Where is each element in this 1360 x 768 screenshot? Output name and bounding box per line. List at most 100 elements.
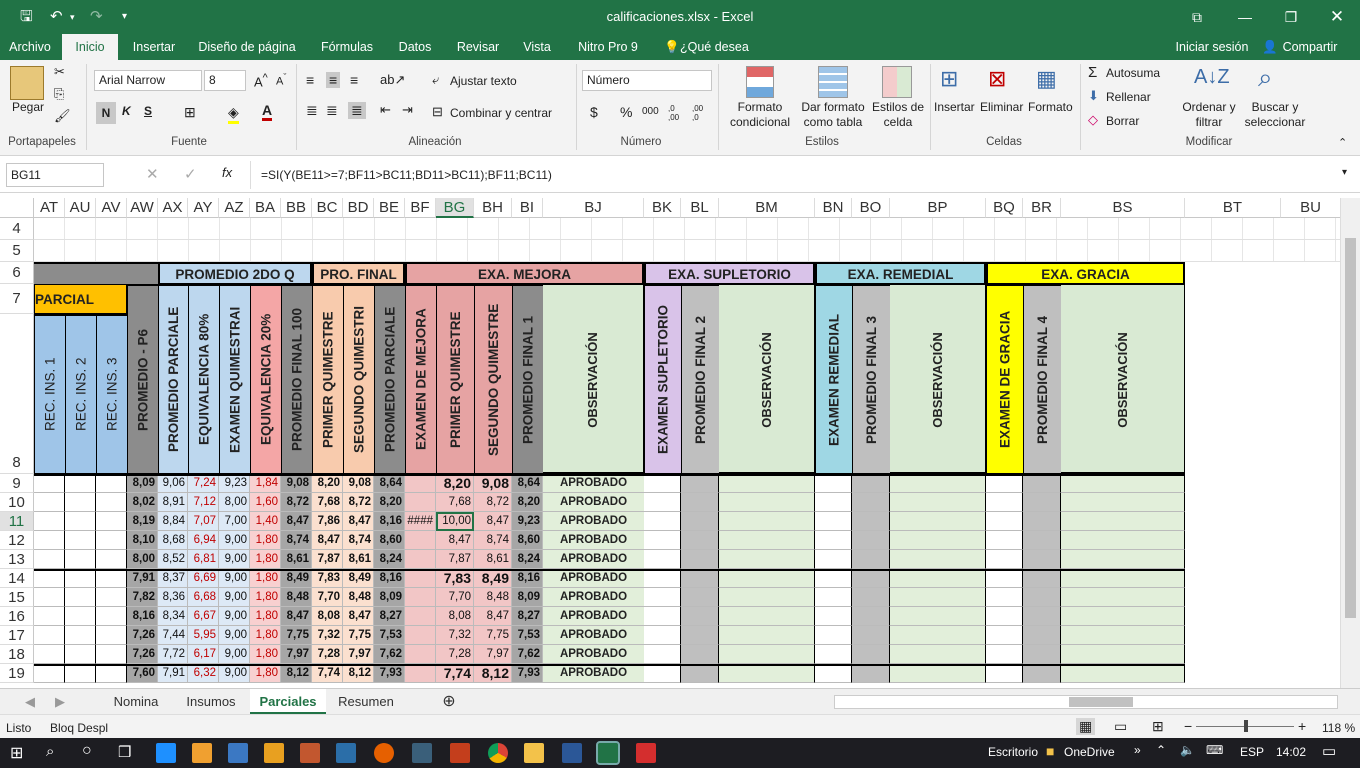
clear-button[interactable]: Borrar — [1106, 114, 1139, 128]
align-center-icon[interactable]: ≣ — [326, 102, 338, 119]
tab-nitro[interactable]: Nitro Pro 9 — [572, 34, 644, 60]
empty-cell[interactable] — [815, 569, 852, 588]
cell-bf[interactable] — [405, 588, 436, 607]
signin-link[interactable]: Iniciar sesión — [1172, 34, 1252, 60]
sheet-tab-insumos[interactable]: Insumos — [174, 689, 248, 714]
column-header-bd[interactable]: BD — [343, 198, 374, 218]
empty-cell[interactable] — [815, 626, 852, 645]
cell-bh[interactable]: 8,49 — [474, 569, 512, 588]
cell-ay[interactable]: 6,32 — [188, 664, 219, 683]
empty-cell[interactable] — [1061, 607, 1185, 626]
cell-bb[interactable]: 8,48 — [281, 588, 312, 607]
cell-bh[interactable]: 9,08 — [474, 474, 512, 493]
empty-cell[interactable] — [34, 512, 65, 531]
empty-cell[interactable] — [852, 569, 890, 588]
cell-bd[interactable]: 8,12 — [343, 664, 374, 683]
cell-ax[interactable]: 8,91 — [158, 493, 188, 512]
cell-ax[interactable]: 7,72 — [158, 645, 188, 664]
cell-bh[interactable]: 7,75 — [474, 626, 512, 645]
zoom-out-icon[interactable]: − — [1184, 718, 1192, 734]
empty-cell[interactable] — [1061, 645, 1185, 664]
cell-bd[interactable]: 7,75 — [343, 626, 374, 645]
format-cells-button[interactable]: Formato — [1028, 100, 1073, 114]
cell-ax[interactable]: 8,37 — [158, 569, 188, 588]
empty-cell[interactable] — [1023, 645, 1061, 664]
empty-cell[interactable] — [852, 664, 890, 683]
format-table-button[interactable]: Dar formato como tabla — [798, 100, 868, 130]
empty-cell[interactable] — [96, 531, 127, 550]
empty-cell[interactable] — [719, 664, 815, 683]
empty-cell[interactable] — [96, 493, 127, 512]
cell-bi[interactable]: 8,60 — [512, 531, 543, 550]
cell-ba[interactable]: 1,84 — [250, 474, 281, 493]
cell-bi[interactable]: 8,16 — [512, 569, 543, 588]
cell-observacion[interactable]: APROBADO — [543, 474, 644, 493]
empty-cell[interactable] — [644, 588, 681, 607]
empty-cell[interactable] — [681, 531, 719, 550]
cell-bg[interactable]: 7,28 — [436, 645, 474, 664]
empty-cell[interactable] — [1061, 474, 1185, 493]
row-header-14[interactable]: 14 — [0, 569, 34, 588]
cell-bf[interactable] — [405, 474, 436, 493]
tab-inicio[interactable]: Inicio — [62, 34, 118, 60]
cell-bi[interactable]: 7,53 — [512, 626, 543, 645]
empty-cell[interactable] — [34, 531, 65, 550]
cell-bc[interactable]: 7,83 — [312, 569, 343, 588]
tray-expand-icon[interactable]: ⌃ — [1156, 743, 1166, 757]
tab-insertar[interactable]: Insertar — [124, 34, 184, 60]
cell-aw[interactable]: 8,10 — [127, 531, 158, 550]
cell-aw[interactable]: 8,16 — [127, 607, 158, 626]
cell-aw[interactable]: 7,60 — [127, 664, 158, 683]
empty-cell[interactable] — [681, 588, 719, 607]
column-header-bl[interactable]: BL — [681, 198, 719, 218]
shrink-font-icon[interactable]: Aˇ — [276, 72, 286, 88]
cell-be[interactable]: 8,09 — [374, 588, 405, 607]
formula-input[interactable]: =SI(Y(BE11>=7;BF11>BC11;BD11>BC11);BF11;… — [250, 161, 1340, 189]
align-middle-icon[interactable]: ≡ — [326, 72, 341, 88]
autosum-button[interactable]: Autosuma — [1106, 66, 1160, 80]
grow-font-icon[interactable]: A^ — [254, 72, 268, 89]
cell-ay[interactable]: 6,94 — [188, 531, 219, 550]
tab-datos[interactable]: Datos — [392, 34, 438, 60]
empty-cell[interactable] — [681, 569, 719, 588]
empty-cell[interactable] — [681, 493, 719, 512]
conditional-format-button[interactable]: Formato condicional — [728, 100, 792, 130]
vertical-scrollbar[interactable] — [1340, 198, 1360, 688]
excel-icon[interactable] — [596, 741, 620, 765]
column-header-bu[interactable]: BU — [1281, 198, 1340, 218]
empty-cell[interactable] — [1061, 626, 1185, 645]
empty-cell[interactable] — [890, 607, 986, 626]
normal-view-icon[interactable]: ▦ — [1076, 718, 1096, 735]
cell-az[interactable]: 9,00 — [219, 569, 250, 588]
clock[interactable]: 14:02 — [1276, 745, 1306, 759]
cell-bi[interactable]: 8,27 — [512, 607, 543, 626]
empty-cell[interactable] — [719, 588, 815, 607]
cell-ax[interactable]: 8,52 — [158, 550, 188, 569]
cell-ba[interactable]: 1,80 — [250, 569, 281, 588]
empty-cell[interactable] — [644, 607, 681, 626]
row-header-15[interactable]: 15 — [0, 588, 34, 607]
cell-bf[interactable] — [405, 664, 436, 683]
column-header-bg[interactable]: BG — [436, 198, 474, 218]
column-header-bq[interactable]: BQ — [986, 198, 1023, 218]
cell-bg[interactable]: 10,00 — [436, 512, 474, 531]
cell-az[interactable]: 9,00 — [219, 550, 250, 569]
cell-ba[interactable]: 1,80 — [250, 626, 281, 645]
row-header-5[interactable]: 5 — [0, 240, 34, 262]
row-header-8[interactable]: 8 — [0, 314, 34, 474]
empty-cell[interactable] — [890, 493, 986, 512]
empty-cell[interactable] — [681, 664, 719, 683]
cell-bc[interactable]: 7,74 — [312, 664, 343, 683]
empty-cell[interactable] — [986, 550, 1023, 569]
cell-aw[interactable]: 7,82 — [127, 588, 158, 607]
cell-ba[interactable]: 1,60 — [250, 493, 281, 512]
cell-ay[interactable]: 7,12 — [188, 493, 219, 512]
cell-az[interactable]: 9,00 — [219, 645, 250, 664]
horizontal-scrollbar[interactable] — [834, 695, 1338, 709]
empty-cell[interactable] — [890, 588, 986, 607]
cell-bd[interactable]: 8,72 — [343, 493, 374, 512]
cell-az[interactable]: 9,23 — [219, 474, 250, 493]
cell-bi[interactable]: 7,62 — [512, 645, 543, 664]
column-header-bt[interactable]: BT — [1185, 198, 1281, 218]
volume-icon[interactable]: 🔈 — [1180, 743, 1195, 757]
